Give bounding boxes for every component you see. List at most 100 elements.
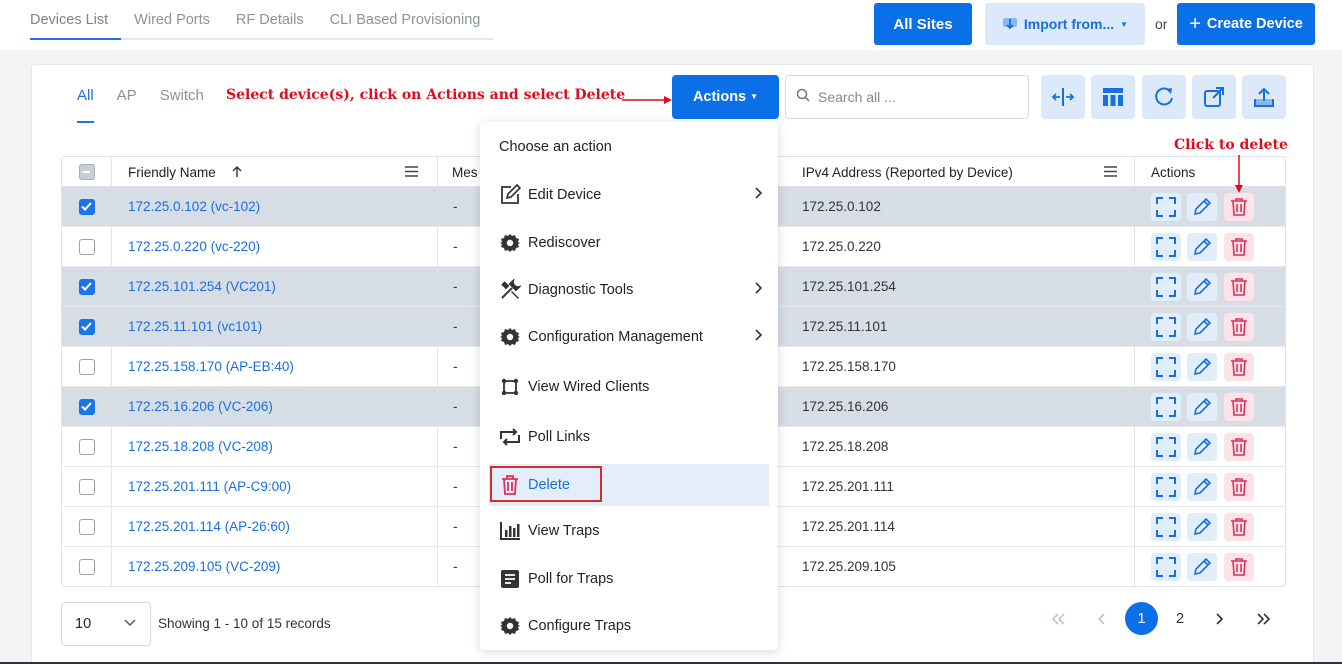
delete-button[interactable]	[1224, 353, 1254, 381]
edit-button[interactable]	[1187, 513, 1217, 541]
page-size-select[interactable]: 10	[61, 602, 151, 646]
next-page-button[interactable]	[1202, 602, 1236, 636]
pencil-icon	[1192, 477, 1212, 497]
row-checkbox[interactable]	[79, 199, 95, 215]
device-name-link[interactable]: 172.25.11.101 (vc101)	[128, 319, 262, 334]
search-input[interactable]	[818, 89, 1008, 105]
row-checkbox[interactable]	[79, 239, 95, 255]
row-checkbox[interactable]	[79, 559, 95, 575]
edit-button[interactable]	[1187, 433, 1217, 461]
all-sites-button[interactable]: All Sites	[874, 3, 972, 45]
checkmark-icon	[81, 402, 92, 411]
row-checkbox[interactable]	[79, 439, 95, 455]
device-name-link[interactable]: 172.25.16.206 (VC-206)	[128, 399, 273, 414]
menu-item-poll-links[interactable]: Poll Links	[480, 416, 778, 458]
header-friendly-name[interactable]: Friendly Name	[128, 165, 216, 180]
delete-button[interactable]	[1224, 553, 1254, 581]
import-button[interactable]: Import from... ▼	[985, 3, 1145, 45]
menu-item-diagnostic-tools[interactable]: Diagnostic Tools	[480, 269, 778, 311]
tab-cli-provisioning[interactable]: CLI Based Provisioning	[317, 0, 494, 38]
delete-button[interactable]	[1224, 273, 1254, 301]
edit-button[interactable]	[1187, 313, 1217, 341]
fit-view-button[interactable]	[1151, 553, 1181, 581]
menu-item-configuration-management[interactable]: Configuration Management	[480, 316, 778, 358]
device-name-link[interactable]: 172.25.209.105 (VC-209)	[128, 559, 280, 574]
menu-item-edit-device[interactable]: Edit Device	[480, 174, 778, 216]
menu-item-poll-for-traps[interactable]: Poll for Traps	[480, 558, 778, 600]
tab-rf-details[interactable]: RF Details	[223, 0, 317, 38]
page-1-button[interactable]: 1	[1125, 602, 1158, 635]
fit-view-button[interactable]	[1151, 513, 1181, 541]
first-page-button[interactable]	[1041, 602, 1075, 636]
export-button[interactable]	[1242, 75, 1286, 119]
filter-tab-switch[interactable]: Switch	[160, 87, 204, 104]
delete-button[interactable]	[1224, 433, 1254, 461]
menu-item-configure-traps[interactable]: Configure Traps	[480, 605, 778, 647]
row-checkbox[interactable]	[79, 479, 95, 495]
refresh-button[interactable]	[1142, 75, 1186, 119]
filter-tab-ap[interactable]: AP	[117, 87, 137, 104]
column-menu-icon[interactable]	[405, 166, 418, 177]
sort-asc-icon[interactable]	[232, 166, 242, 178]
delete-button[interactable]	[1224, 233, 1254, 261]
fit-view-button[interactable]	[1151, 433, 1181, 461]
device-name-link[interactable]: 172.25.201.114 (AP-26:60)	[128, 519, 290, 534]
fit-view-button[interactable]	[1151, 273, 1181, 301]
row-checkbox[interactable]	[79, 279, 95, 295]
prev-page-button[interactable]	[1085, 602, 1119, 636]
import-label: Import from...	[1023, 16, 1115, 32]
edit-button[interactable]	[1187, 473, 1217, 501]
delete-button[interactable]	[1224, 313, 1254, 341]
open-external-button[interactable]	[1192, 75, 1236, 119]
fit-view-button[interactable]	[1151, 473, 1181, 501]
page-2-button[interactable]: 2	[1163, 602, 1197, 636]
select-all-checkbox[interactable]	[79, 164, 95, 180]
edit-button[interactable]	[1187, 273, 1217, 301]
menu-item-rediscover[interactable]: Rediscover	[480, 222, 778, 264]
edit-button[interactable]	[1187, 553, 1217, 581]
delete-button[interactable]	[1224, 473, 1254, 501]
fit-view-button[interactable]	[1151, 353, 1181, 381]
tools-icon	[498, 278, 522, 302]
edit-button[interactable]	[1187, 193, 1217, 221]
fit-view-button[interactable]	[1151, 313, 1181, 341]
column-menu-icon[interactable]	[1104, 166, 1117, 177]
resize-columns-button[interactable]	[1041, 75, 1085, 119]
filter-tab-all[interactable]: All	[77, 87, 94, 104]
create-device-button[interactable]: + Create Device	[1177, 3, 1315, 45]
device-name-link[interactable]: 172.25.18.208 (VC-208)	[128, 439, 273, 454]
columns-button[interactable]	[1091, 75, 1135, 119]
device-name-link[interactable]: 172.25.158.170 (AP-EB:40)	[128, 359, 294, 374]
row-checkbox[interactable]	[79, 319, 95, 335]
tab-wired-ports[interactable]: Wired Ports	[121, 0, 223, 38]
fit-view-button[interactable]	[1151, 233, 1181, 261]
device-name-link[interactable]: 172.25.201.111 (AP-C9:00)	[128, 479, 291, 494]
pencil-icon	[1192, 557, 1212, 577]
edit-icon	[498, 183, 522, 207]
delete-button[interactable]	[1224, 393, 1254, 421]
fit-view-button[interactable]	[1151, 393, 1181, 421]
edit-button[interactable]	[1187, 353, 1217, 381]
row-checkbox[interactable]	[79, 519, 95, 535]
device-name-link[interactable]: 172.25.0.220 (vc-220)	[128, 239, 260, 254]
edit-button[interactable]	[1187, 233, 1217, 261]
header-mesh[interactable]: Mes	[452, 165, 478, 180]
search-box[interactable]	[785, 75, 1029, 119]
fit-view-button[interactable]	[1151, 193, 1181, 221]
mesh-value: -	[453, 359, 458, 374]
menu-item-view-wired-clients[interactable]: View Wired Clients	[480, 366, 778, 408]
tab-devices-list[interactable]: Devices List	[30, 0, 122, 40]
edit-button[interactable]	[1187, 393, 1217, 421]
device-name-link[interactable]: 172.25.101.254 (VC201)	[128, 279, 276, 294]
row-checkbox[interactable]	[79, 359, 95, 375]
actions-button[interactable]: Actions ▼	[672, 75, 779, 119]
chevron-left-icon	[1097, 613, 1105, 625]
header-ipv4[interactable]: IPv4 Address (Reported by Device)	[802, 165, 1013, 180]
last-page-button[interactable]	[1247, 602, 1281, 636]
row-checkbox[interactable]	[79, 399, 95, 415]
device-name-link[interactable]: 172.25.0.102 (vc-102)	[128, 199, 260, 214]
delete-button[interactable]	[1224, 193, 1254, 221]
menu-item-view-traps[interactable]: View Traps	[480, 510, 778, 552]
delete-button[interactable]	[1224, 513, 1254, 541]
mesh-value: -	[453, 199, 458, 214]
